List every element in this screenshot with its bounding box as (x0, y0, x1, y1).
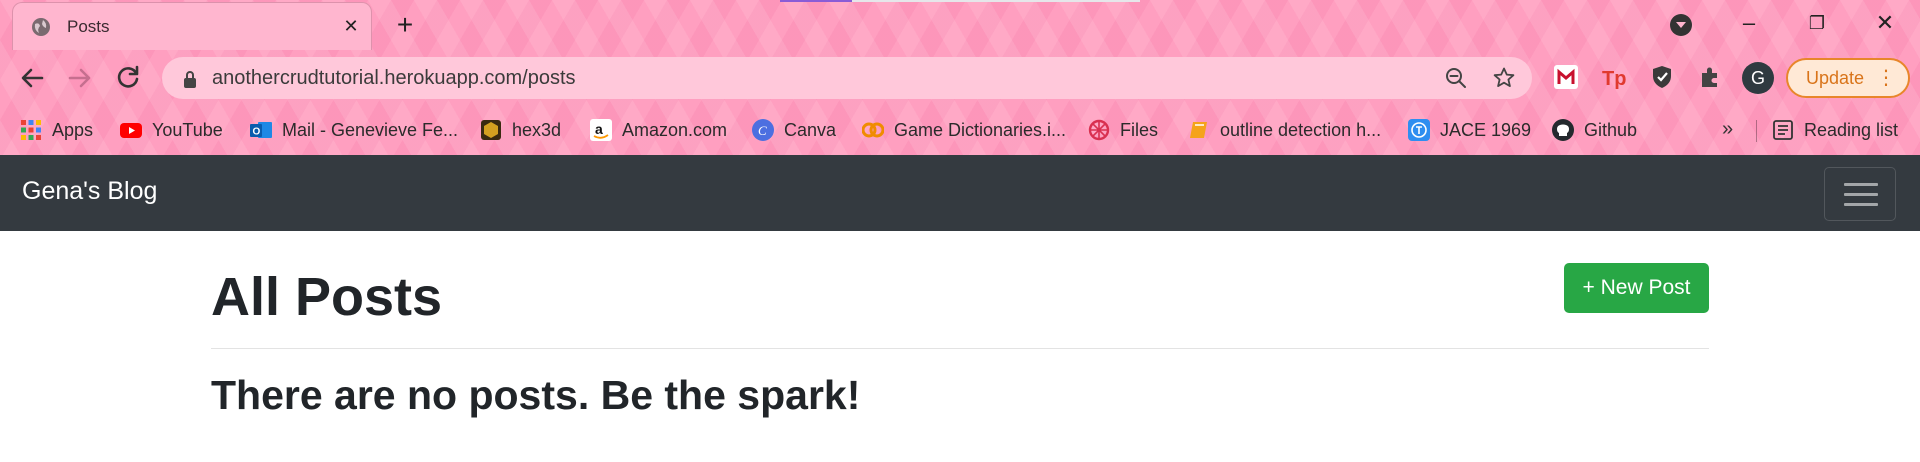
browser-chrome: Posts ✕ + – ❐ ✕ anothercrudtutorial.hero… (0, 0, 1920, 155)
url-text[interactable]: anothercrudtutorial.herokuapp.com/posts (212, 67, 576, 90)
amazon-icon: a (590, 119, 612, 141)
menu-dots-icon: ⋮ (1876, 67, 1896, 89)
page-load-progress-fill (780, 0, 852, 2)
game-dictionaries-icon (862, 122, 884, 138)
extensions-puzzle-icon[interactable] (1696, 63, 1724, 91)
bookmark-label: hex3d (512, 119, 562, 140)
reading-list-label: Reading list (1804, 119, 1899, 140)
reading-list-button[interactable]: Reading list (1772, 114, 1898, 146)
zoom-out-icon[interactable] (1444, 66, 1468, 90)
bookmark-label: Github (1584, 119, 1638, 140)
divider (211, 348, 1709, 349)
svg-text:Tp: Tp (1602, 68, 1626, 90)
bookmark-label: Mail - Genevieve Fe... (282, 119, 459, 140)
shield-extension-icon[interactable] (1648, 63, 1676, 91)
bookmark-book-icon (1190, 122, 1207, 138)
bookmark-label: YouTube (152, 119, 223, 140)
globe-icon (32, 18, 50, 36)
bookmark-label: Apps (52, 119, 94, 140)
bookmark-canva[interactable]: C Canva (752, 114, 836, 146)
bookmark-github[interactable]: Github (1552, 114, 1637, 146)
site-brand-link[interactable]: Gena's Blog (22, 177, 157, 206)
bookmark-star-icon[interactable] (1492, 66, 1516, 90)
browser-toolbar: anothercrudtutorial.herokuapp.com/posts … (0, 50, 1920, 106)
hamburger-menu-icon (1844, 183, 1878, 186)
minimize-icon[interactable]: – (1734, 8, 1764, 38)
back-arrow-icon[interactable] (16, 62, 48, 94)
browser-tab-posts[interactable]: Posts ✕ (12, 2, 372, 50)
update-button-label: Update (1806, 68, 1865, 88)
bookmark-label: Game Dictionaries.i... (894, 119, 1067, 140)
bookmark-jace[interactable]: JACE 1969 (1408, 114, 1531, 146)
hamburger-menu-icon (1844, 193, 1878, 196)
bookmark-label: Canva (784, 119, 837, 140)
page-load-progress (780, 0, 1140, 2)
bookmark-youtube[interactable]: YouTube (120, 114, 223, 146)
hex3d-icon (481, 120, 501, 140)
lock-icon[interactable] (182, 70, 198, 88)
youtube-icon (120, 123, 142, 138)
bookmark-files[interactable]: Files (1088, 114, 1158, 146)
canva-icon: C (752, 119, 774, 141)
jace-icon (1408, 119, 1430, 141)
svg-text:O: O (253, 127, 261, 138)
bookmark-game-dictionaries[interactable]: Game Dictionaries.i... (862, 114, 1066, 146)
bookmark-mail[interactable]: O Mail - Genevieve Fe... (250, 114, 458, 146)
chrome-update-button[interactable]: Update ⋮ (1786, 58, 1910, 98)
new-post-button[interactable]: + New Post (1564, 263, 1709, 313)
profile-avatar[interactable]: G (1742, 62, 1774, 94)
bookmark-label: JACE 1969 (1440, 119, 1532, 140)
bookmarks-divider (1756, 120, 1757, 142)
github-icon (1552, 119, 1574, 141)
svg-text:a: a (595, 121, 603, 137)
mcafee-extension-icon[interactable] (1552, 63, 1580, 91)
navbar-toggle-button[interactable] (1824, 167, 1896, 221)
files-icon (1088, 119, 1110, 141)
apps-grid-icon (21, 120, 41, 140)
forward-arrow-icon[interactable] (64, 62, 96, 94)
close-window-icon[interactable]: ✕ (1870, 8, 1900, 38)
bookmarks-bar: Apps YouTube O Mail - Genevieve Fe... he… (0, 106, 1920, 155)
bookmark-label: Amazon.com (622, 119, 728, 140)
empty-state-message: There are no posts. Be the spark! (211, 372, 861, 418)
site-navbar: Gena's Blog (0, 155, 1920, 231)
close-tab-icon[interactable]: ✕ (339, 14, 363, 38)
bookmark-hex3d[interactable]: hex3d (480, 114, 561, 146)
bookmark-label: Files (1120, 119, 1159, 140)
more-bookmarks-chevron-icon[interactable]: » (1722, 118, 1733, 141)
hamburger-menu-icon (1844, 203, 1878, 206)
bookmark-label: outline detection h... (1220, 119, 1382, 140)
svg-text:C: C (758, 123, 767, 138)
reload-icon[interactable] (112, 62, 144, 94)
bookmark-outline-detection[interactable]: outline detection h... (1188, 114, 1381, 146)
tp-extension-icon[interactable]: Tp (1600, 63, 1628, 91)
tab-search-icon[interactable] (1670, 14, 1692, 36)
restore-window-icon[interactable]: ❐ (1802, 8, 1832, 38)
bookmark-apps[interactable]: Apps (20, 114, 93, 146)
reading-list-icon (1773, 120, 1793, 140)
address-bar[interactable]: anothercrudtutorial.herokuapp.com/posts (162, 57, 1532, 99)
bookmark-amazon[interactable]: a Amazon.com (590, 114, 727, 146)
new-tab-button[interactable]: + (390, 8, 420, 42)
tab-title: Posts (67, 17, 110, 36)
page-title: All Posts (211, 267, 443, 327)
outlook-mail-icon: O (250, 122, 272, 138)
tab-strip: Posts ✕ + – ❐ ✕ (0, 0, 1920, 50)
